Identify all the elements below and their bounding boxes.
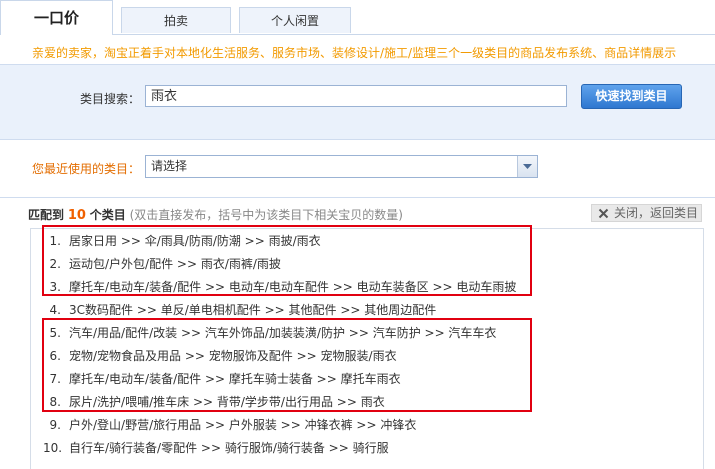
tab-auction[interactable]: 拍卖 (121, 7, 231, 33)
item-number: 9. (49, 418, 61, 432)
item-number: 4. (49, 303, 61, 317)
list-item[interactable]: 4. 3C数码配件 >> 单反/单电相机配件 >> 其他配件 >> 其他周边配件 (43, 300, 437, 320)
recent-category-value: 请选择 (151, 159, 188, 173)
list-item[interactable]: 10. 自行车/骑行装备/零配件 >> 骑行服饰/骑行装备 >> 骑行服 (43, 438, 389, 458)
results-count: 10 (67, 208, 86, 223)
category-search-input[interactable]: 雨衣 (145, 85, 567, 107)
seller-notice: 亲爱的卖家，淘宝正着手对本地化生活服务、服务市场、装修设计/施工/监理三个一级类… (32, 46, 677, 60)
item-path: 户外/登山/野营/旅行用品 >> 户外服装 >> 冲锋衣裤 >> 冲锋衣 (69, 418, 417, 432)
recent-category-select[interactable]: 请选择 (145, 155, 538, 178)
chevron-down-icon[interactable] (517, 156, 537, 177)
results-hint: (双击直接发布，括号中为该类目下相关宝贝的数量) (129, 208, 403, 222)
tab-personal-idle[interactable]: 个人闲置 (239, 7, 351, 33)
recent-category-label: 您最近使用的类目： (32, 162, 141, 176)
list-item[interactable]: 9. 户外/登山/野营/旅行用品 >> 户外服装 >> 冲锋衣裤 >> 冲锋衣 (43, 415, 417, 435)
tab-bar: 一口价 拍卖 个人闲置 (0, 0, 715, 35)
item-path: 自行车/骑行装备/零配件 >> 骑行服饰/骑行装备 >> 骑行服 (69, 441, 389, 455)
close-icon (598, 207, 609, 224)
category-search-panel: 类目搜索： 雨衣 快速找到类目 (0, 64, 715, 140)
results-prefix: 匹配到 (28, 208, 65, 222)
item-path: 3C数码配件 >> 单反/单电相机配件 >> 其他配件 >> 其他周边配件 (69, 303, 437, 317)
highlight-box-group-1 (42, 225, 532, 296)
search-label: 类目搜索： (80, 92, 141, 106)
quick-find-category-button[interactable]: 快速找到类目 (581, 84, 682, 109)
results-suffix: 个类目 (89, 208, 126, 222)
item-number: 10. (43, 441, 63, 455)
close-return-button[interactable]: 关闭，返回类目 (591, 204, 702, 222)
tab-fixed-price[interactable]: 一口价 (0, 0, 113, 35)
highlight-box-group-2 (42, 318, 532, 412)
results-header: 匹配到 10 个类目 (双击直接发布，括号中为该类目下相关宝贝的数量) (28, 206, 403, 223)
close-return-label: 关闭，返回类目 (614, 206, 699, 220)
